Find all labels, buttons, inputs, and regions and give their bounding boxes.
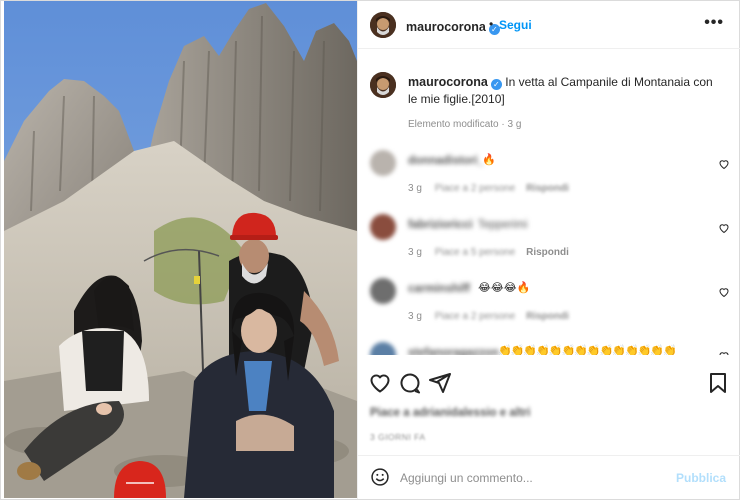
bookmark-icon[interactable] <box>706 371 730 395</box>
post-photo[interactable] <box>4 1 357 498</box>
comment-likes[interactable]: Piace a 2 persone <box>435 311 516 322</box>
heart-icon[interactable] <box>718 222 730 234</box>
author-username[interactable]: maurocorona <box>406 20 486 34</box>
post-actions <box>358 365 740 401</box>
comment-input[interactable] <box>400 468 670 488</box>
comment-emoji: 🔥 <box>482 154 496 166</box>
post-header: maurocorona ✓ • Segui ••• <box>358 1 740 49</box>
comment-item: donnadistori_ 🔥 3 g Piace a 2 persone Ri… <box>358 150 740 210</box>
comment-username[interactable]: carminshiff <box>408 283 470 295</box>
comment-avatar[interactable] <box>370 278 396 304</box>
comment-item: fabrizioricci Tepperimi 3 g Piace a 5 per… <box>358 214 740 274</box>
comment-likes[interactable]: Piace a 5 persone <box>435 247 516 258</box>
comment-meta: 3 g Piace a 5 persone Rispondi <box>408 247 569 258</box>
post-date[interactable]: 3 GIORNI FA <box>370 432 426 442</box>
post-modal: maurocorona ✓ • Segui ••• maurocorona ✓ In… <box>0 0 740 500</box>
comment-meta: 3 g Piace a 2 persone Rispondi <box>408 311 569 322</box>
comment-icon[interactable] <box>398 371 422 395</box>
caption-meta: Elemento modificato · 3 g <box>408 119 522 130</box>
add-comment-bar: Pubblica <box>358 455 740 499</box>
author-avatar[interactable] <box>370 12 396 38</box>
comment-avatar[interactable] <box>370 214 396 240</box>
verified-icon: ✓ <box>490 79 502 90</box>
post-side-panel: maurocorona ✓ • Segui ••• maurocorona ✓ In… <box>357 1 740 499</box>
comment-avatar[interactable] <box>370 150 396 176</box>
comment-time: 3 g <box>408 311 422 322</box>
comment-reply-button[interactable]: Rispondi <box>526 311 569 322</box>
caption-username[interactable]: maurocorona <box>408 75 488 89</box>
comment-reply-button[interactable]: Rispondi <box>526 183 569 194</box>
comment-time: 3 g <box>408 183 422 194</box>
header-username-block[interactable]: maurocorona ✓ <box>406 18 500 36</box>
emoji-icon[interactable] <box>370 467 390 487</box>
heart-icon[interactable] <box>368 371 392 395</box>
follow-button[interactable]: Segui <box>499 18 532 32</box>
more-icon[interactable]: ••• <box>704 14 724 32</box>
comment-reply-button[interactable]: Rispondi <box>526 247 569 258</box>
heart-icon[interactable] <box>718 350 730 355</box>
comment-item: stefanoragazzon 👏👏👏👏👏👏👏👏👏👏👏👏👏👏 <box>358 342 740 355</box>
comments-list[interactable]: maurocorona ✓ In vetta al Campanile di Mo… <box>358 50 740 355</box>
comment-emoji: 👏👏👏👏👏👏👏👏👏👏👏👏👏👏 <box>498 345 677 355</box>
comment-time: 3 g <box>408 247 422 258</box>
caption-avatar[interactable] <box>370 72 396 98</box>
heart-icon[interactable] <box>718 286 730 298</box>
comment-username[interactable]: fabrizioricci Tepperimi <box>408 219 527 231</box>
share-icon[interactable] <box>428 371 452 395</box>
likes-count[interactable]: Piace a adrianidalessio e altri <box>370 407 530 419</box>
comment-emoji: 😂😂😂🔥 <box>478 282 531 294</box>
post-caption: maurocorona ✓ In vetta al Campanile di Mo… <box>408 74 718 108</box>
comment-avatar[interactable] <box>370 342 396 355</box>
header-separator: • <box>489 17 494 31</box>
mountain-climbers-photo <box>4 1 357 498</box>
heart-icon[interactable] <box>718 158 730 170</box>
publish-button[interactable]: Pubblica <box>676 471 726 485</box>
comment-username[interactable]: donnadistori_ <box>408 155 484 167</box>
comment-likes[interactable]: Piace a 2 persone <box>435 183 516 194</box>
comment-item: carminshiff 😂😂😂🔥 3 g Piace a 2 persone R… <box>358 278 740 338</box>
comment-meta: 3 g Piace a 2 persone Rispondi <box>408 183 569 194</box>
comment-username[interactable]: stefanoragazzon <box>408 347 499 355</box>
